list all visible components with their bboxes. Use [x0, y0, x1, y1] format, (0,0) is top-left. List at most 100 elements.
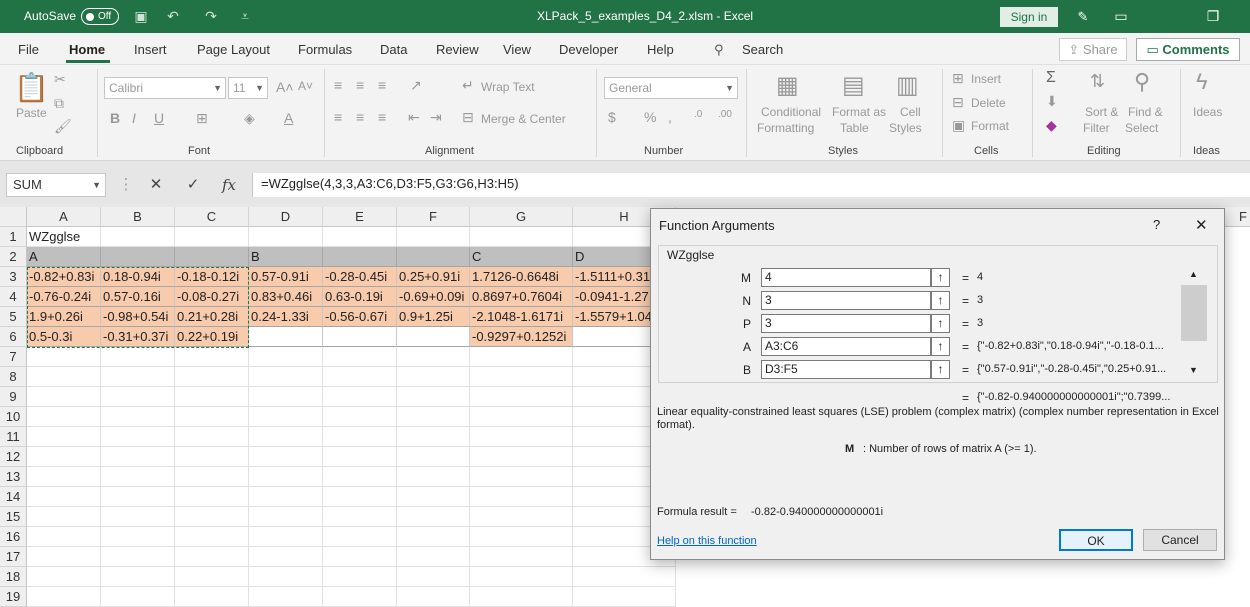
- collapse-dialog-icon[interactable]: ↑: [931, 268, 950, 287]
- cell-c19[interactable]: [175, 587, 249, 607]
- cell-e19[interactable]: [323, 587, 397, 607]
- merge-center-icon[interactable]: ⊟: [462, 109, 474, 126]
- customize-toolbar-icon[interactable]: ⩡: [234, 6, 256, 26]
- find-select-label-2[interactable]: Select: [1125, 121, 1158, 135]
- cell-a4[interactable]: -0.76-0.24i: [27, 287, 101, 307]
- row-header[interactable]: 18: [0, 567, 27, 587]
- save-icon[interactable]: ▣: [130, 6, 152, 26]
- cell-e17[interactable]: [323, 547, 397, 567]
- cell-f4[interactable]: -0.69+0.09i: [397, 287, 470, 307]
- copy-icon[interactable]: ⧉: [54, 95, 64, 112]
- cell-g6[interactable]: -0.9297+0.1252i: [470, 327, 573, 347]
- cell-e14[interactable]: [323, 487, 397, 507]
- decrease-decimal-icon[interactable]: .00: [718, 109, 732, 120]
- cell-f13[interactable]: [397, 467, 470, 487]
- cell-c14[interactable]: [175, 487, 249, 507]
- cell-d10[interactable]: [249, 407, 323, 427]
- cell-styles-label-1[interactable]: Cell: [900, 105, 921, 119]
- tab-formulas[interactable]: Formulas: [298, 42, 352, 57]
- font-color-icon[interactable]: A: [284, 110, 293, 126]
- tab-review[interactable]: Review: [436, 42, 479, 57]
- cell-f3[interactable]: 0.25+0.91i: [397, 267, 470, 287]
- scroll-up-icon[interactable]: ▲: [1189, 269, 1198, 279]
- collapse-dialog-icon[interactable]: ↑: [931, 314, 950, 333]
- cell-g11[interactable]: [470, 427, 573, 447]
- cell-e4[interactable]: 0.63-0.19i: [323, 287, 397, 307]
- comments-button[interactable]: ▭ Comments: [1136, 38, 1240, 61]
- cell-c3[interactable]: -0.18-0.12i: [175, 267, 249, 287]
- cell-f10[interactable]: [397, 407, 470, 427]
- format-as-table-label-2[interactable]: Table: [840, 121, 869, 135]
- cut-icon[interactable]: ✂: [54, 71, 66, 88]
- restore-window-icon[interactable]: ❐: [1190, 0, 1236, 33]
- cell-c10[interactable]: [175, 407, 249, 427]
- row-header[interactable]: 5: [0, 307, 27, 327]
- redo-icon[interactable]: ↷: [200, 6, 222, 26]
- column-header-partial[interactable]: F: [1236, 207, 1250, 227]
- collapse-dialog-icon[interactable]: ↑: [931, 337, 950, 356]
- cell-d16[interactable]: [249, 527, 323, 547]
- cell-b6[interactable]: -0.31+0.37i: [101, 327, 175, 347]
- conditional-formatting-icon[interactable]: ▦: [776, 71, 799, 100]
- cell-e15[interactable]: [323, 507, 397, 527]
- cell-e12[interactable]: [323, 447, 397, 467]
- arg-input-n[interactable]: 3: [761, 291, 931, 310]
- undo-icon[interactable]: ↶: [162, 6, 184, 26]
- cell-b17[interactable]: [101, 547, 175, 567]
- cell-b9[interactable]: [101, 387, 175, 407]
- cell-g12[interactable]: [470, 447, 573, 467]
- align-left-icon[interactable]: ≡: [334, 109, 342, 125]
- ok-button[interactable]: OK: [1059, 529, 1133, 551]
- insert-cells-icon[interactable]: ⊞: [952, 70, 964, 87]
- cell-f1[interactable]: [397, 227, 470, 247]
- name-box[interactable]: SUM ▼: [6, 173, 106, 197]
- cell-d14[interactable]: [249, 487, 323, 507]
- column-header-g[interactable]: G: [470, 207, 573, 227]
- row-header[interactable]: 16: [0, 527, 27, 547]
- cell-g10[interactable]: [470, 407, 573, 427]
- cell-c8[interactable]: [175, 367, 249, 387]
- cell-c13[interactable]: [175, 467, 249, 487]
- cell-e11[interactable]: [323, 427, 397, 447]
- ideas-button[interactable]: Ideas: [1193, 105, 1222, 119]
- align-bottom-icon[interactable]: ≡: [378, 77, 386, 93]
- sort-filter-label-1[interactable]: Sort &: [1085, 105, 1118, 119]
- cell-d2[interactable]: B: [249, 247, 323, 267]
- cell-c7[interactable]: [175, 347, 249, 367]
- increase-font-icon[interactable]: A˄: [276, 79, 294, 95]
- scroll-down-icon[interactable]: ▼: [1189, 365, 1198, 375]
- column-header-b[interactable]: B: [101, 207, 175, 227]
- tab-view[interactable]: View: [503, 42, 531, 57]
- row-header[interactable]: 4: [0, 287, 27, 307]
- cell-g5[interactable]: -2.1048-1.6171i: [470, 307, 573, 327]
- cell-a13[interactable]: [27, 467, 101, 487]
- cell-b14[interactable]: [101, 487, 175, 507]
- cell-e13[interactable]: [323, 467, 397, 487]
- cell-b18[interactable]: [101, 567, 175, 587]
- tab-help[interactable]: Help: [647, 42, 674, 57]
- cell-c4[interactable]: -0.08-0.27i: [175, 287, 249, 307]
- cell-g15[interactable]: [470, 507, 573, 527]
- cell-c12[interactable]: [175, 447, 249, 467]
- cell-e9[interactable]: [323, 387, 397, 407]
- cell-a12[interactable]: [27, 447, 101, 467]
- cell-g13[interactable]: [470, 467, 573, 487]
- cell-g8[interactable]: [470, 367, 573, 387]
- arg-input-b[interactable]: D3:F5: [761, 360, 931, 379]
- italic-icon[interactable]: I: [132, 110, 136, 126]
- cell-b2[interactable]: [101, 247, 175, 267]
- cell-d6[interactable]: [249, 327, 323, 347]
- select-all-corner[interactable]: [0, 207, 27, 227]
- row-header[interactable]: 12: [0, 447, 27, 467]
- delete-cells-icon[interactable]: ⊟: [952, 94, 964, 111]
- cell-b10[interactable]: [101, 407, 175, 427]
- cell-e8[interactable]: [323, 367, 397, 387]
- scrollbar-thumb[interactable]: [1181, 285, 1207, 341]
- tab-data[interactable]: Data: [380, 42, 407, 57]
- cell-a6[interactable]: 0.5-0.3i: [27, 327, 101, 347]
- help-on-function-link[interactable]: Help on this function: [657, 535, 757, 547]
- row-header[interactable]: 3: [0, 267, 27, 287]
- cell-e2[interactable]: [323, 247, 397, 267]
- cell-f14[interactable]: [397, 487, 470, 507]
- find-select-label-1[interactable]: Find &: [1128, 105, 1163, 119]
